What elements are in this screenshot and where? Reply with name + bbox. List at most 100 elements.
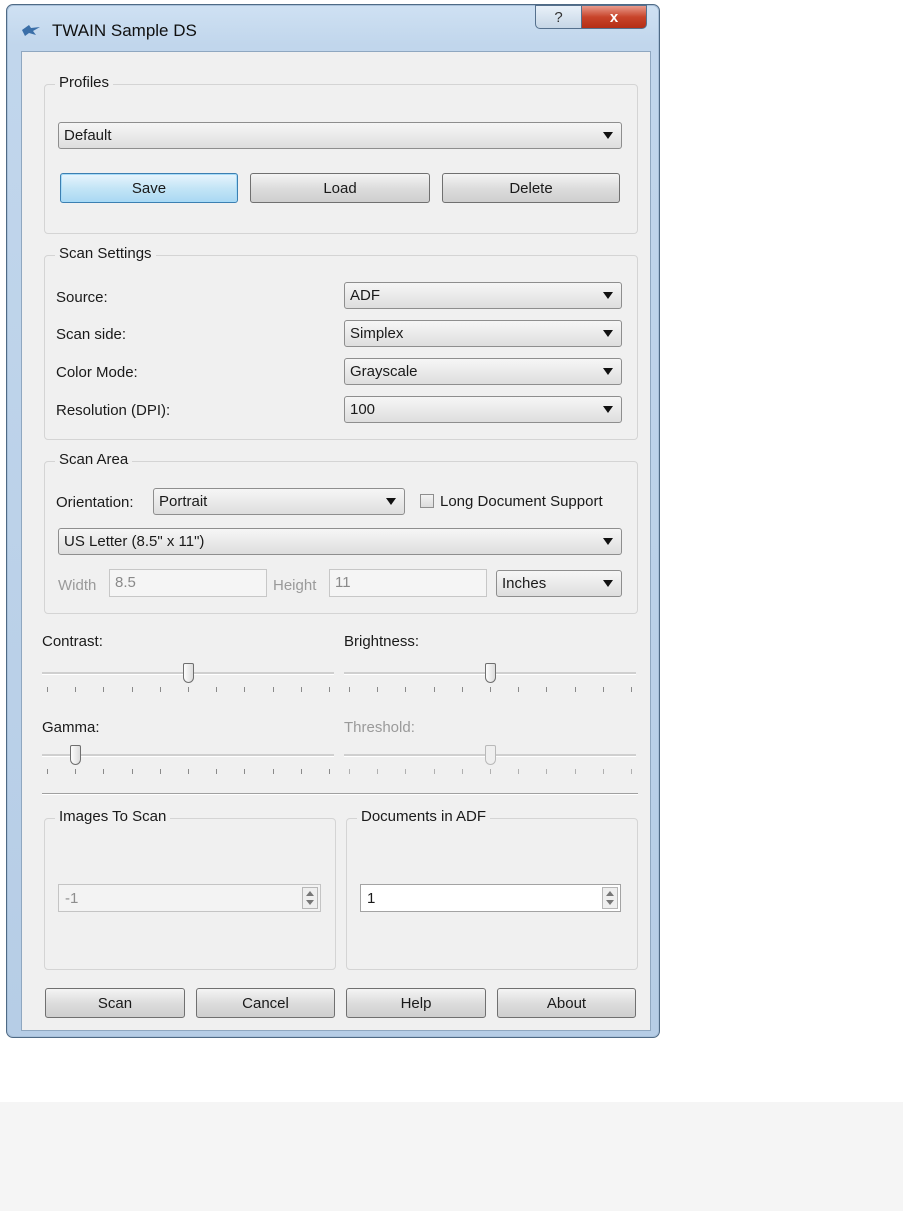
load-profile-button[interactable]: Load: [250, 173, 430, 203]
slider-tick: [575, 769, 576, 774]
threshold-label: Threshold:: [344, 719, 415, 736]
slider-tick: [103, 687, 104, 692]
about-button[interactable]: About: [497, 988, 636, 1018]
images-to-scan-group-title: Images To Scan: [55, 808, 171, 825]
slider-tick: [47, 769, 48, 774]
contrast-slider[interactable]: [42, 660, 334, 696]
slider-tick: [631, 769, 632, 774]
slider-tick: [160, 687, 161, 692]
slider-tick: [244, 769, 245, 774]
separator: [42, 793, 638, 795]
slider-tick: [434, 769, 435, 774]
brightness-slider[interactable]: [344, 660, 636, 696]
threshold-slider-thumb[interactable]: [485, 745, 496, 765]
gamma-label: Gamma:: [42, 719, 100, 736]
source-select-value: ADF: [350, 287, 380, 304]
slider-tick: [273, 769, 274, 774]
slider-tick: [546, 769, 547, 774]
slider-tick: [329, 769, 330, 774]
cancel-button[interactable]: Cancel: [196, 988, 335, 1018]
source-select[interactable]: ADF: [344, 282, 622, 309]
units-select[interactable]: Inches: [496, 570, 622, 597]
scan-area-group-title: Scan Area: [55, 451, 133, 468]
chevron-down-icon: [603, 580, 613, 587]
scan-side-select-value: Simplex: [350, 325, 404, 342]
brightness-slider-thumb[interactable]: [485, 663, 496, 683]
delete-profile-button[interactable]: Delete: [442, 173, 620, 203]
chevron-down-icon: [603, 292, 613, 299]
images-to-scan-spinbox[interactable]: -1: [58, 884, 321, 912]
help-button-label: Help: [400, 994, 432, 1012]
color-mode-select-value: Grayscale: [350, 363, 418, 380]
close-button[interactable]: x: [581, 5, 647, 29]
long-document-checkbox[interactable]: [420, 494, 434, 508]
images-to-scan-value: -1: [65, 890, 79, 907]
slider-tick: [349, 687, 350, 692]
height-label: Height: [273, 577, 317, 594]
contrast-label: Contrast:: [42, 633, 103, 650]
height-input[interactable]: 11: [329, 569, 487, 597]
scan-side-label: Scan side:: [56, 326, 127, 343]
long-document-label: Long Document Support: [440, 493, 603, 510]
width-input[interactable]: 8.5: [109, 569, 267, 597]
gamma-slider-thumb[interactable]: [70, 745, 81, 765]
slider-tick: [301, 769, 302, 774]
delete-profile-label: Delete: [509, 179, 553, 197]
slider-tick: [188, 769, 189, 774]
slider-tick: [132, 687, 133, 692]
slider-tick: [329, 687, 330, 692]
slider-tick: [575, 687, 576, 692]
slider-tick: [132, 769, 133, 774]
profile-select[interactable]: Default: [58, 122, 622, 149]
slider-tick: [490, 687, 491, 692]
slider-tick: [377, 769, 378, 774]
slider-tick: [377, 687, 378, 692]
color-mode-select[interactable]: Grayscale: [344, 358, 622, 385]
save-profile-button[interactable]: Save: [60, 173, 238, 203]
slider-tick: [244, 687, 245, 692]
resolution-select[interactable]: 100: [344, 396, 622, 423]
slider-tick: [405, 687, 406, 692]
threshold-slider[interactable]: [344, 742, 636, 778]
spin-arrows-icon[interactable]: [602, 887, 618, 909]
spin-arrows-icon[interactable]: [302, 887, 318, 909]
save-profile-label: Save: [131, 179, 167, 197]
context-help-button[interactable]: ?: [535, 5, 582, 29]
slider-tick: [631, 687, 632, 692]
chevron-down-icon: [603, 330, 613, 337]
color-mode-label: Color Mode:: [56, 364, 138, 381]
dialog-window: TWAIN Sample DS ? x Profiles Default Sav…: [6, 4, 660, 1038]
resolution-label: Resolution (DPI):: [56, 402, 171, 419]
chevron-down-icon: [603, 406, 613, 413]
slider-tick: [273, 687, 274, 692]
resolution-select-value: 100: [350, 401, 376, 418]
contrast-slider-thumb[interactable]: [183, 663, 194, 683]
orientation-select[interactable]: Portrait: [153, 488, 405, 515]
slider-tick: [75, 687, 76, 692]
slider-tick: [75, 769, 76, 774]
paper-size-select[interactable]: US Letter (8.5" x 11"): [58, 528, 622, 555]
slider-tick: [518, 687, 519, 692]
slider-tick: [518, 769, 519, 774]
title-bar[interactable]: TWAIN Sample DS ? x: [7, 5, 659, 49]
slider-tick: [405, 769, 406, 774]
orientation-label: Orientation:: [56, 494, 134, 511]
scan-side-select[interactable]: Simplex: [344, 320, 622, 347]
gamma-slider[interactable]: [42, 742, 334, 778]
slider-tick: [216, 769, 217, 774]
slider-tick: [603, 769, 604, 774]
slider-tick: [47, 687, 48, 692]
slider-tick: [188, 687, 189, 692]
scanner-app-icon: [22, 25, 40, 36]
slider-tick: [301, 687, 302, 692]
help-button[interactable]: Help: [346, 988, 486, 1018]
scan-button[interactable]: Scan: [45, 988, 185, 1018]
chevron-down-icon: [603, 538, 613, 545]
documents-in-adf-spinbox[interactable]: 1: [360, 884, 621, 912]
background-strip: [0, 1102, 903, 1211]
units-select-value: Inches: [502, 575, 547, 592]
help-icon: ?: [554, 8, 563, 26]
slider-tick: [349, 769, 350, 774]
paper-size-select-value: US Letter (8.5" x 11"): [64, 533, 205, 550]
width-label: Width: [58, 577, 97, 594]
